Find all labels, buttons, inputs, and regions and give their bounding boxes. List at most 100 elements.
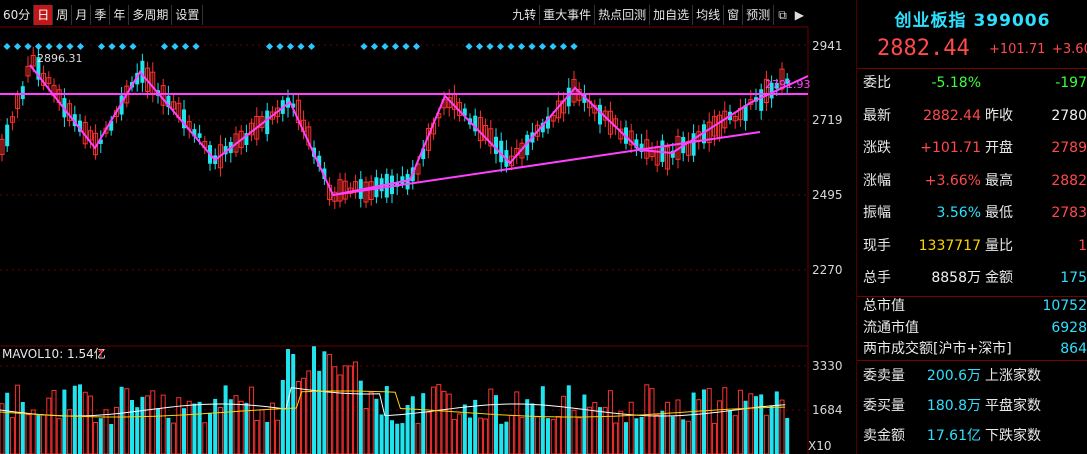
quote-value-2: 2789	[1051, 140, 1087, 156]
signal-diamond-icon	[265, 42, 274, 51]
signal-diamond-icon	[108, 42, 116, 51]
volume-bar	[41, 414, 47, 454]
order-label-2: 平盘家数	[985, 398, 1041, 414]
volume-bar	[649, 388, 655, 454]
stock-name: 创业板指	[894, 11, 967, 31]
candle-body	[769, 82, 774, 99]
volume-bar	[103, 409, 109, 454]
candle-body	[20, 86, 25, 100]
quote-value-2: 2882	[1051, 172, 1087, 189]
volume-bar	[473, 399, 478, 454]
market-label: 流通市值	[863, 319, 919, 336]
volume-bar	[530, 403, 535, 454]
quote-value: +101.71	[920, 140, 981, 156]
signal-diamond-icon	[360, 42, 368, 51]
volume-bar	[769, 405, 774, 454]
order-label: 卖金额	[863, 428, 905, 444]
volume-bar	[254, 420, 260, 454]
quote-row: 现手 1337717 量比 1	[857, 233, 1087, 259]
volume-bar	[431, 386, 437, 454]
signal-diamond-icon	[381, 42, 389, 51]
volume-bar	[754, 396, 758, 454]
quote-value-2: 175	[1060, 270, 1087, 286]
quote-label-2: 最高	[985, 172, 1013, 189]
volume-bar	[763, 414, 769, 454]
signal-diamond-icon	[507, 42, 515, 51]
signal-diamond-icon	[549, 42, 557, 51]
volume-bar	[374, 398, 379, 454]
order-label: 委买量	[863, 398, 905, 414]
volume-bar	[732, 415, 738, 454]
volume-bar	[675, 399, 681, 454]
quote-label-2: 金额	[985, 270, 1013, 286]
volume-bar	[265, 421, 270, 454]
volume-bar	[135, 407, 140, 454]
pattern-zigzag-line	[29, 64, 809, 197]
market-row: 两市成交额[沪市+深市] 864	[857, 338, 1087, 360]
candle-body	[400, 176, 405, 184]
signal-diamond-icon	[402, 42, 410, 51]
market-label: 总市值	[863, 298, 905, 314]
volume-bar	[759, 394, 764, 454]
volume-bar	[654, 414, 660, 454]
quote-label-2: 最低	[985, 205, 1013, 221]
volume-bar	[72, 385, 77, 454]
quote-value-2: -197	[1055, 75, 1087, 91]
market-value: 10752	[1042, 298, 1087, 314]
signal-diamond-icon	[475, 42, 484, 51]
volume-bar	[259, 409, 265, 454]
volume-bar	[353, 361, 359, 454]
quote-label-2: 昨收	[985, 107, 1013, 124]
candle-body	[197, 133, 202, 138]
volume-bar	[269, 402, 275, 454]
volume-bar	[322, 351, 327, 454]
quote-value-2: 2783	[1051, 205, 1087, 221]
volume-bar	[509, 415, 515, 454]
volume-bar	[109, 423, 114, 454]
order-value: 17.61亿	[926, 428, 981, 444]
volume-bar	[499, 423, 504, 454]
volume-bar	[722, 387, 728, 454]
volume-bar	[410, 396, 415, 454]
volume-bar	[468, 417, 472, 454]
volume-bar	[306, 370, 312, 454]
support-line	[332, 131, 761, 196]
volume-bar	[82, 391, 88, 454]
candle-body	[691, 133, 696, 156]
volume-bar	[550, 418, 556, 454]
quote-row: 委比 -5.18% -197	[857, 70, 1087, 96]
signal-diamond-icon	[160, 42, 169, 51]
kline-chart-area[interactable]: 60分 日 周 月 季 年 多周期 设置 九转 重大事件 热点回测 加自选 均线…	[0, 0, 855, 454]
signal-diamond-icon	[97, 42, 106, 51]
quote-row: 振幅 3.56% 最低 2783	[857, 200, 1087, 226]
signal-diamond-icon	[76, 42, 85, 51]
volume-bar	[425, 411, 431, 454]
quote-label: 涨幅	[863, 172, 891, 189]
price-row: 2882.44 +101.71 +3.60	[857, 36, 1087, 64]
market-value: 6928	[1051, 319, 1087, 336]
market-value: 864	[1060, 341, 1087, 357]
current-price: 2882.44	[877, 36, 970, 61]
volume-bar	[587, 406, 593, 454]
volume-bar	[644, 384, 650, 454]
order-value: 180.8万	[926, 398, 981, 414]
volume-bar	[421, 393, 426, 454]
signal-diamond-icon	[45, 42, 53, 51]
volume-bar	[20, 401, 25, 454]
volume-bar	[140, 396, 145, 454]
signal-diamond-icon	[3, 42, 11, 51]
volume-bar	[748, 393, 754, 454]
signal-diamond-icon	[412, 42, 421, 51]
volume-bar	[93, 422, 99, 454]
volume-bar	[561, 395, 567, 454]
signal-diamond-icon	[391, 42, 400, 51]
volume-bar	[363, 408, 369, 454]
volume-bar	[36, 414, 41, 454]
volume-bar	[62, 389, 67, 454]
volume-bar	[681, 419, 686, 454]
volume-bar	[624, 422, 628, 454]
signal-diamond-icon	[570, 42, 578, 51]
volume-bar	[618, 410, 624, 454]
volume-bar	[691, 392, 696, 454]
volume-bar	[337, 374, 343, 454]
